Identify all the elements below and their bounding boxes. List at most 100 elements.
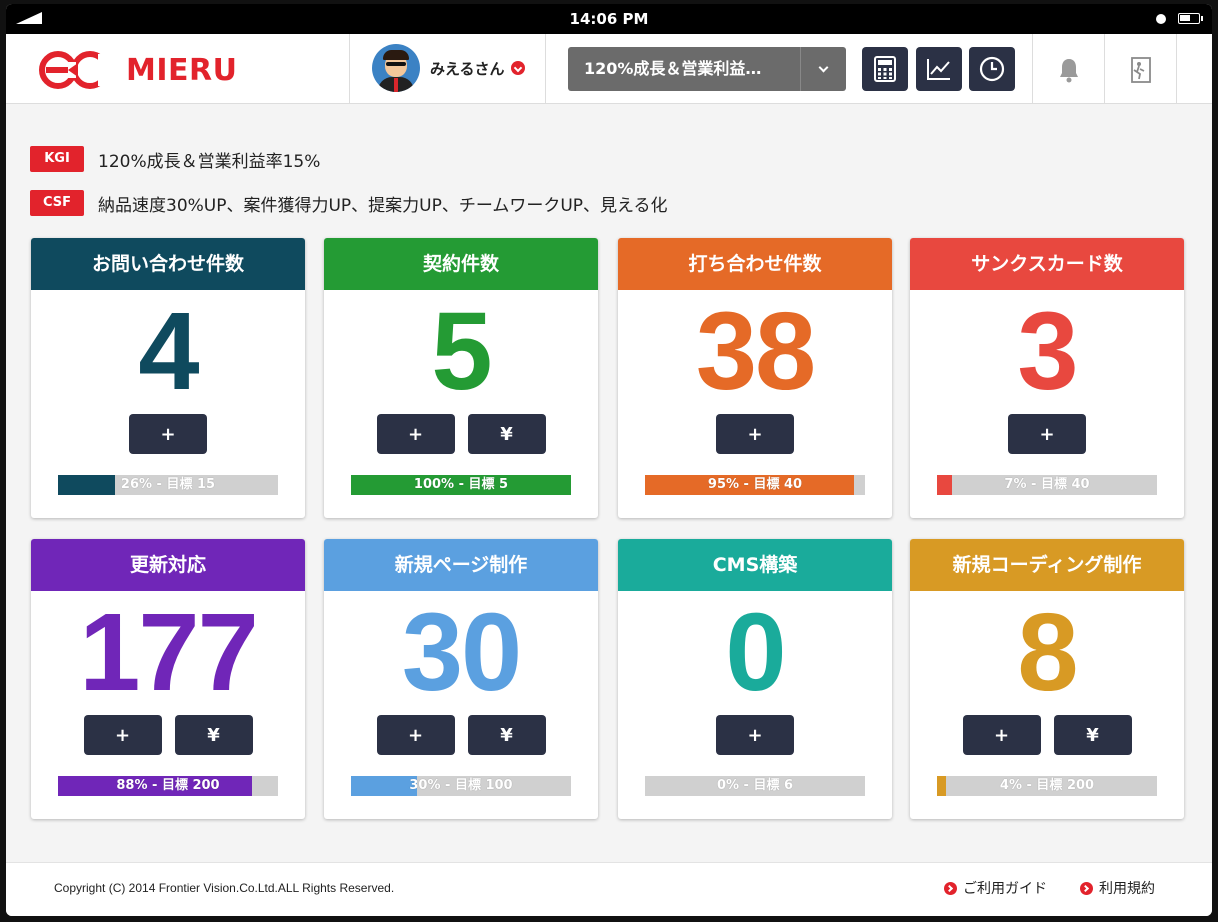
- increment-button[interactable]: +: [129, 414, 207, 454]
- goal-select-value: 120%成長＆営業利益…: [584, 59, 762, 78]
- header-divider: [349, 34, 350, 104]
- battery-icon: [1178, 13, 1203, 24]
- progress-bar: 88% - 目標 200: [58, 776, 278, 796]
- guide-link[interactable]: ご利用ガイド: [944, 878, 1047, 898]
- copyright: Copyright (C) 2014 Frontier Vision.Co.Lt…: [54, 881, 395, 895]
- kpi-card-title: お問い合わせ件数: [31, 238, 305, 290]
- increment-button[interactable]: +: [83, 715, 162, 755]
- kpi-card: お問い合わせ件数 4 +26% - 目標 15: [31, 238, 305, 518]
- progress-bar-label: 7% - 目標 40: [1004, 477, 1090, 492]
- line-chart-icon: [927, 59, 950, 80]
- progress-bar-label: 0% - 目標 6: [716, 778, 794, 793]
- progress-bar-label: 95% - 目標 40: [707, 477, 803, 492]
- history-button[interactable]: [969, 47, 1015, 91]
- kpi-card-title: CMS構築: [618, 539, 892, 591]
- progress-bar-label: 88% - 目標 200: [116, 778, 220, 793]
- user-name: みえるさん: [430, 59, 505, 78]
- kpi-card-actions: + ¥: [324, 414, 598, 458]
- kpi-card: CMS構築 0 +0% - 目標 6: [618, 539, 892, 819]
- app-header: MIERU みえるさん 120%成長＆営業利益…: [6, 34, 1212, 104]
- kpi-card-actions: +: [910, 414, 1184, 458]
- dashboard: KGI 120%成長＆営業利益率15% CSF 納品速度30%UP、案件獲得力U…: [6, 104, 1212, 862]
- chevron-down-icon[interactable]: [800, 47, 846, 91]
- increment-button[interactable]: +: [716, 715, 794, 755]
- kpi-card-actions: + ¥: [910, 715, 1184, 759]
- chevron-right-icon: [944, 881, 957, 895]
- increment-button[interactable]: +: [376, 715, 455, 755]
- revenue-button[interactable]: ¥: [467, 414, 546, 454]
- kpi-card-title: 契約件数: [324, 238, 598, 290]
- header-divider: [1104, 34, 1105, 104]
- avatar: [372, 44, 420, 92]
- kpi-card-title: 更新対応: [31, 539, 305, 591]
- kpi-card-value: 38: [695, 290, 816, 413]
- kpi-card-value: 30: [401, 591, 522, 714]
- header-divider: [1032, 34, 1033, 104]
- alarm-icon: [1156, 14, 1166, 24]
- revenue-button[interactable]: ¥: [174, 715, 253, 755]
- progress-bar-label: 4% - 目標 200: [999, 778, 1095, 793]
- logo-text: MIERU: [126, 52, 238, 88]
- kpi-card-value: 5: [431, 290, 492, 413]
- increment-button[interactable]: +: [962, 715, 1041, 755]
- revenue-button[interactable]: ¥: [1053, 715, 1132, 755]
- kpi-card: サンクスカード数 3 +7% - 目標 40: [910, 238, 1184, 518]
- kgi-tag: KGI: [30, 146, 84, 172]
- exit-icon: [1131, 57, 1151, 83]
- kpi-card: 打ち合わせ件数 38 +95% - 目標 40: [618, 238, 892, 518]
- tablet-screen: 14:06 PM MIERU みえるさん 120%成長＆営業利益… KGI 12…: [6, 4, 1212, 916]
- kpi-card-actions: + ¥: [31, 715, 305, 759]
- progress-bar: 7% - 目標 40: [937, 475, 1157, 495]
- progress-bar: 26% - 目標 15: [58, 475, 278, 495]
- bell-icon: [1060, 59, 1078, 83]
- kpi-card-actions: +: [618, 715, 892, 759]
- kpi-card-actions: +: [31, 414, 305, 458]
- progress-bar-label: 26% - 目標 15: [120, 477, 216, 492]
- kpi-card-value: 4: [138, 290, 199, 413]
- user-menu[interactable]: みえるさん: [372, 44, 525, 92]
- progress-bar: 30% - 目標 100: [351, 776, 571, 796]
- kpi-card-title: 打ち合わせ件数: [618, 238, 892, 290]
- calculator-button[interactable]: [862, 47, 908, 91]
- guide-link-label: ご利用ガイド: [963, 881, 1047, 897]
- logo[interactable]: MIERU: [38, 50, 237, 90]
- header-divider: [545, 34, 546, 104]
- chevron-down-icon: [510, 61, 525, 75]
- kpi-card: 契約件数 5 + ¥100% - 目標 5: [324, 238, 598, 518]
- progress-bar-label: 30% - 目標 100: [409, 778, 513, 793]
- progress-bar: 0% - 目標 6: [645, 776, 865, 796]
- notification-button[interactable]: [1051, 52, 1087, 88]
- csf-row: CSF 納品速度30%UP、案件獲得力UP、提案力UP、チームワークUP、見える…: [30, 190, 668, 216]
- header-divider: [1176, 34, 1177, 104]
- progress-bar: 95% - 目標 40: [645, 475, 865, 495]
- kpi-card: 新規コーディング制作 8 + ¥4% - 目標 200: [910, 539, 1184, 819]
- chart-button[interactable]: [916, 47, 962, 91]
- progress-bar: 100% - 目標 5: [351, 475, 571, 495]
- kpi-card: 更新対応 177 + ¥88% - 目標 200: [31, 539, 305, 819]
- kgi-text: 120%成長＆営業利益率15%: [98, 151, 321, 172]
- logout-button[interactable]: [1122, 52, 1158, 88]
- kpi-card-actions: + ¥: [324, 715, 598, 759]
- csf-text: 納品速度30%UP、案件獲得力UP、提案力UP、チームワークUP、見える化: [98, 195, 668, 216]
- kpi-card-value: 177: [79, 591, 259, 714]
- kpi-card-value: 3: [1017, 290, 1078, 413]
- calculator-icon: [874, 56, 896, 82]
- kgi-row: KGI 120%成長＆営業利益率15%: [30, 146, 320, 172]
- terms-link[interactable]: 利用規約: [1080, 878, 1155, 898]
- kpi-card-value: 8: [1017, 591, 1078, 714]
- increment-button[interactable]: +: [716, 414, 794, 454]
- progress-bar: 4% - 目標 200: [937, 776, 1157, 796]
- csf-tag: CSF: [30, 190, 84, 216]
- progress-bar-label: 100% - 目標 5: [413, 477, 509, 492]
- kpi-card: 新規ページ制作 30 + ¥30% - 目標 100: [324, 539, 598, 819]
- revenue-button[interactable]: ¥: [467, 715, 546, 755]
- chevron-right-icon: [1080, 881, 1093, 895]
- kpi-card-actions: +: [618, 414, 892, 458]
- kpi-card-title: 新規ページ制作: [324, 539, 598, 591]
- increment-button[interactable]: +: [1008, 414, 1086, 454]
- footer: Copyright (C) 2014 Frontier Vision.Co.Lt…: [6, 862, 1212, 916]
- goal-select[interactable]: 120%成長＆営業利益…: [568, 47, 846, 91]
- increment-button[interactable]: +: [376, 414, 455, 454]
- status-time: 14:06 PM: [569, 10, 649, 28]
- kpi-card-title: 新規コーディング制作: [910, 539, 1184, 591]
